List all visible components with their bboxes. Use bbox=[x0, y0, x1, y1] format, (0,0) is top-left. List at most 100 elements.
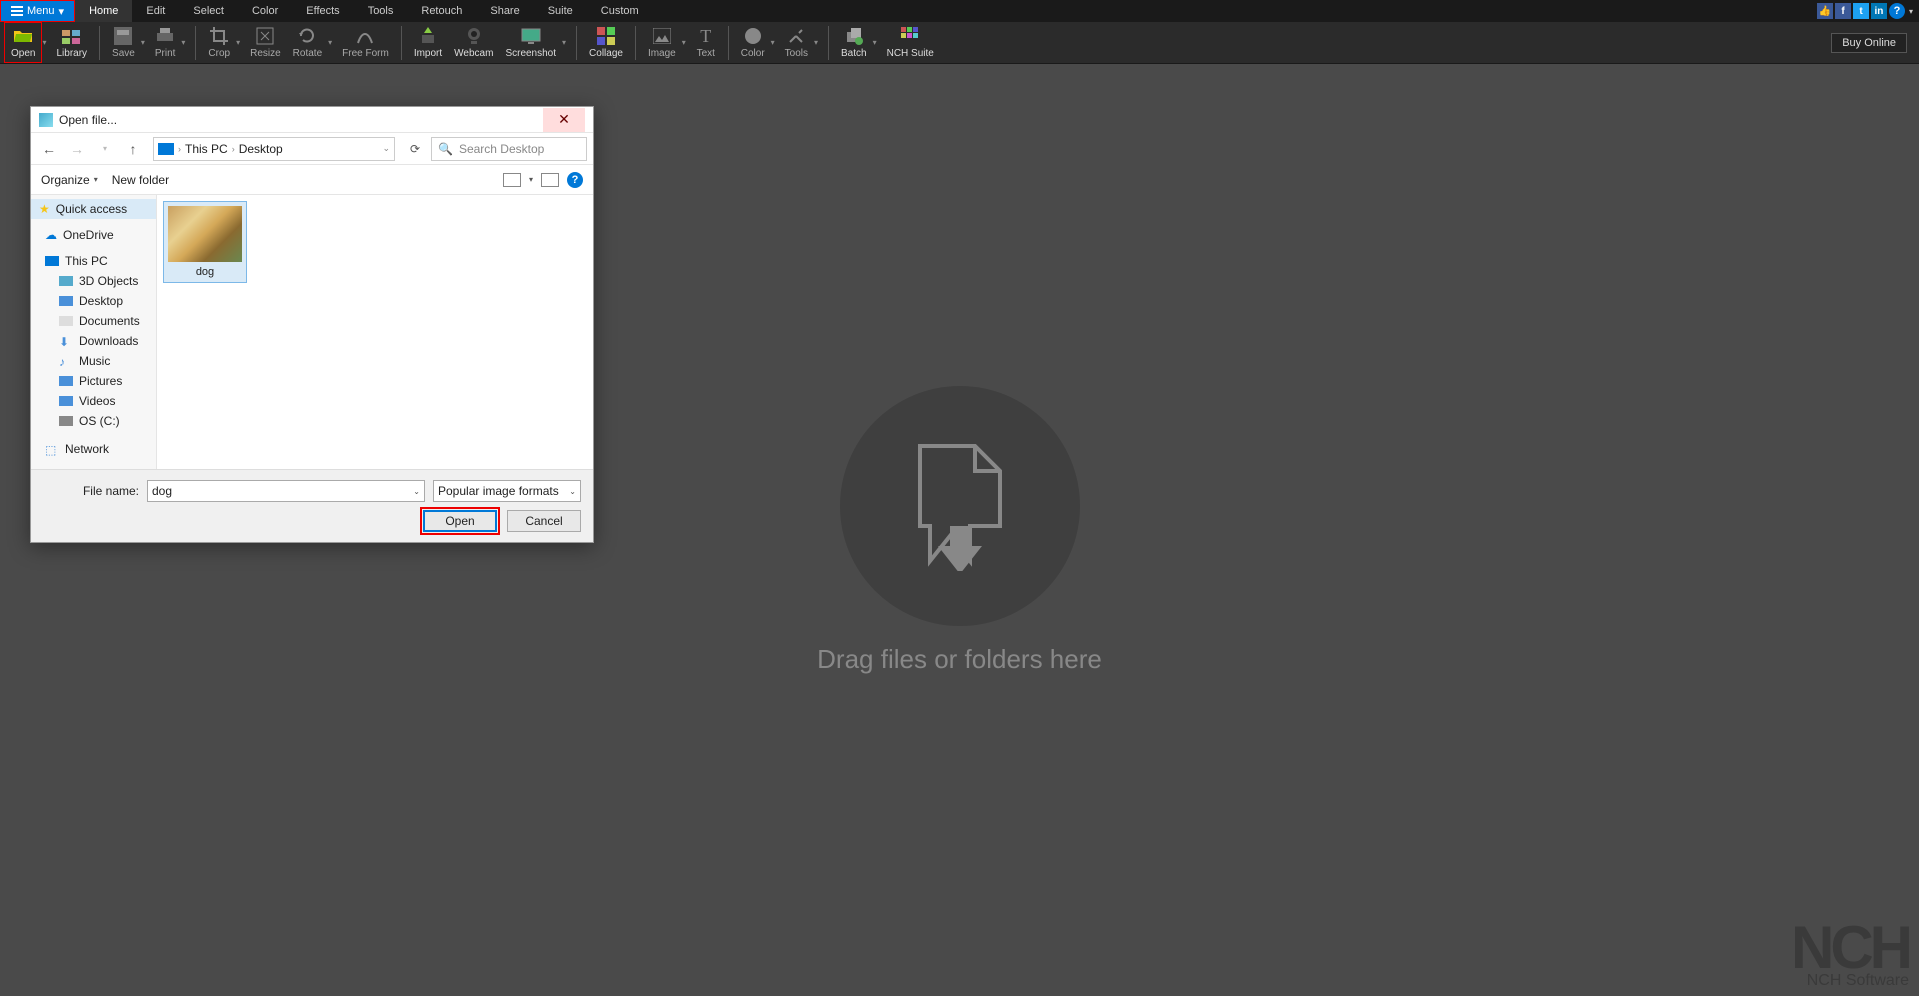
folder-icon bbox=[59, 316, 73, 326]
library-icon bbox=[62, 26, 82, 46]
nchsuite-button[interactable]: NCH Suite bbox=[881, 22, 940, 63]
sidebar-desktop[interactable]: Desktop bbox=[31, 291, 156, 311]
crop-dropdown[interactable]: ▾ bbox=[236, 38, 244, 47]
file-thumbnail bbox=[168, 206, 242, 262]
dialog-titlebar[interactable]: Open file... ✕ bbox=[31, 107, 593, 133]
chevron-down-icon[interactable]: ⌄ bbox=[413, 487, 420, 496]
open-button[interactable]: Open bbox=[423, 510, 497, 532]
file-area[interactable]: dog bbox=[157, 195, 593, 469]
chevron-down-icon[interactable]: ⌄ bbox=[382, 143, 390, 154]
pc-icon bbox=[158, 143, 174, 155]
open-dropdown[interactable]: ▾ bbox=[42, 38, 50, 47]
breadcrumb-item[interactable]: This PC bbox=[185, 142, 228, 156]
open-button[interactable]: Open bbox=[4, 22, 42, 63]
sidebar-this-pc[interactable]: This PC bbox=[31, 251, 156, 271]
preview-pane-icon[interactable] bbox=[541, 173, 559, 187]
sidebar-videos[interactable]: Videos bbox=[31, 391, 156, 411]
new-folder-button[interactable]: New folder bbox=[112, 173, 169, 187]
import-button[interactable]: Import bbox=[408, 22, 448, 63]
text-button[interactable]: T Text bbox=[690, 22, 722, 63]
print-dropdown[interactable]: ▾ bbox=[181, 38, 189, 47]
crop-button[interactable]: Crop bbox=[202, 22, 236, 63]
breadcrumb-item[interactable]: Desktop bbox=[239, 142, 283, 156]
batch-dropdown[interactable]: ▾ bbox=[873, 38, 881, 47]
hamburger-icon bbox=[11, 6, 23, 16]
tools-dropdown[interactable]: ▾ bbox=[814, 38, 822, 47]
filename-input[interactable]: dog ⌄ bbox=[147, 480, 425, 502]
menu-share[interactable]: Share bbox=[476, 0, 533, 22]
menu-effects[interactable]: Effects bbox=[292, 0, 353, 22]
nav-forward[interactable]: → bbox=[65, 141, 89, 157]
screenshot-dropdown[interactable]: ▾ bbox=[562, 38, 570, 47]
refresh-button[interactable]: ⟳ bbox=[403, 142, 427, 156]
sidebar-music[interactable]: ♪Music bbox=[31, 351, 156, 371]
sidebar-pictures[interactable]: Pictures bbox=[31, 371, 156, 391]
breadcrumb[interactable]: › This PC › Desktop ⌄ bbox=[153, 137, 395, 161]
dialog-app-icon bbox=[39, 113, 53, 127]
file-tile-dog[interactable]: dog bbox=[163, 201, 247, 283]
search-input[interactable]: 🔍 Search Desktop bbox=[431, 137, 587, 161]
image-dropdown[interactable]: ▾ bbox=[682, 38, 690, 47]
chevron-right-icon: › bbox=[178, 144, 181, 154]
print-icon bbox=[155, 26, 175, 46]
nav-up[interactable]: ↑ bbox=[121, 141, 145, 157]
folder-icon bbox=[59, 376, 73, 386]
close-button[interactable]: ✕ bbox=[543, 108, 585, 132]
cancel-button[interactable]: Cancel bbox=[507, 510, 581, 532]
menu-bar: Menu ▾ Home Edit Select Color Effects To… bbox=[0, 0, 1919, 22]
format-select[interactable]: Popular image formats ⌄ bbox=[433, 480, 581, 502]
search-placeholder: Search Desktop bbox=[459, 142, 544, 156]
sidebar-onedrive[interactable]: ☁OneDrive bbox=[31, 225, 156, 245]
main-menu-button[interactable]: Menu ▾ bbox=[0, 0, 75, 22]
chevron-down-icon[interactable]: ▾ bbox=[93, 144, 117, 153]
help-icon[interactable]: ? bbox=[567, 172, 583, 188]
facebook-icon[interactable]: f bbox=[1835, 3, 1851, 19]
batch-button[interactable]: Batch bbox=[835, 22, 873, 63]
sidebar-downloads[interactable]: ⬇Downloads bbox=[31, 331, 156, 351]
watermark: NCH NCH Software bbox=[1791, 924, 1909, 990]
chevron-down-icon[interactable]: ▾ bbox=[1909, 7, 1913, 16]
image-button[interactable]: Image bbox=[642, 22, 682, 63]
sidebar-3d-objects[interactable]: 3D Objects bbox=[31, 271, 156, 291]
nav-back[interactable]: ← bbox=[37, 141, 61, 157]
menu-home[interactable]: Home bbox=[75, 0, 132, 22]
sidebar-os-c[interactable]: OS (C:) bbox=[31, 411, 156, 431]
save-button[interactable]: Save bbox=[106, 22, 141, 63]
tools-button[interactable]: Tools bbox=[779, 22, 814, 63]
library-button[interactable]: Library bbox=[50, 22, 93, 63]
help-icon[interactable]: ? bbox=[1889, 3, 1905, 19]
organize-button[interactable]: Organize ▾ bbox=[41, 173, 98, 187]
search-icon: 🔍 bbox=[438, 142, 453, 156]
menu-tools[interactable]: Tools bbox=[354, 0, 408, 22]
color-dropdown[interactable]: ▾ bbox=[771, 38, 779, 47]
like-icon[interactable]: 👍 bbox=[1817, 3, 1833, 19]
sidebar-documents[interactable]: Documents bbox=[31, 311, 156, 331]
crop-icon bbox=[209, 26, 229, 46]
sidebar-quick-access[interactable]: ★Quick access bbox=[31, 199, 156, 219]
save-dropdown[interactable]: ▾ bbox=[141, 38, 149, 47]
menu-edit[interactable]: Edit bbox=[132, 0, 179, 22]
sidebar-network[interactable]: ⬚Network bbox=[31, 439, 156, 459]
webcam-button[interactable]: Webcam bbox=[448, 22, 499, 63]
screenshot-icon bbox=[521, 26, 541, 46]
menu-select[interactable]: Select bbox=[179, 0, 238, 22]
color-button[interactable]: Color bbox=[735, 22, 771, 63]
collage-button[interactable]: Collage bbox=[583, 22, 629, 63]
menu-retouch[interactable]: Retouch bbox=[407, 0, 476, 22]
screenshot-button[interactable]: Screenshot bbox=[499, 22, 562, 63]
buy-online-button[interactable]: Buy Online bbox=[1831, 33, 1907, 53]
view-icon[interactable] bbox=[503, 173, 521, 187]
cloud-icon: ☁ bbox=[45, 228, 57, 242]
linkedin-icon[interactable]: in bbox=[1871, 3, 1887, 19]
twitter-icon[interactable]: t bbox=[1853, 3, 1869, 19]
menu-color[interactable]: Color bbox=[238, 0, 292, 22]
network-icon: ⬚ bbox=[45, 443, 59, 455]
rotate-button[interactable]: Rotate bbox=[287, 22, 328, 63]
freeform-button[interactable]: Free Form bbox=[336, 22, 395, 63]
chevron-down-icon[interactable]: ▾ bbox=[529, 175, 533, 184]
menu-custom[interactable]: Custom bbox=[587, 0, 653, 22]
menu-suite[interactable]: Suite bbox=[534, 0, 587, 22]
resize-button[interactable]: Resize bbox=[244, 22, 287, 63]
rotate-dropdown[interactable]: ▾ bbox=[328, 38, 336, 47]
print-button[interactable]: Print bbox=[149, 22, 182, 63]
